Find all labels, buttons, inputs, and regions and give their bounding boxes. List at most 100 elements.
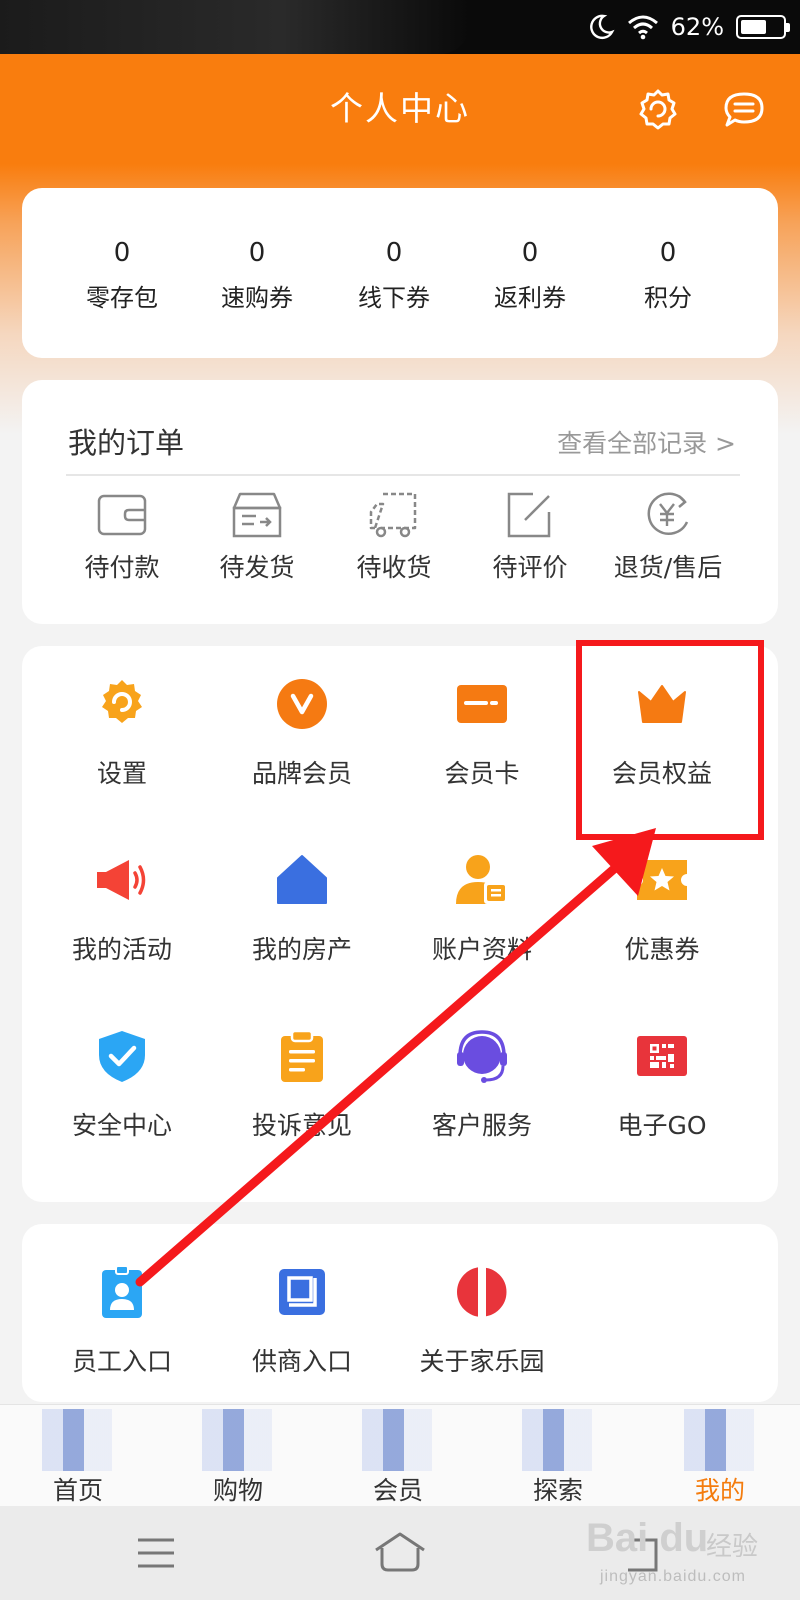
- bottom-tab-bar: 首页 购物 会员 探索 我的: [0, 1404, 800, 1506]
- service-label: 投诉意见: [251, 1111, 352, 1140]
- header: 个人中心: [0, 54, 800, 164]
- service-label: 客户服务: [431, 1111, 532, 1140]
- coupon-icon: [637, 860, 687, 900]
- service-my-activities[interactable]: 我的活动: [32, 852, 212, 966]
- profile-icon: [456, 855, 508, 904]
- asset-xianxiaquan[interactable]: 0 线下券: [324, 236, 464, 313]
- service-brand-member[interactable]: 品牌会员: [212, 676, 392, 790]
- about-entry[interactable]: 关于家乐园: [392, 1264, 572, 1378]
- service-my-property[interactable]: 我的房产: [212, 852, 392, 966]
- watermark-sub: 经验: [706, 1531, 759, 1561]
- asset-value: 0: [248, 238, 266, 268]
- status-bar: 62%: [0, 0, 800, 54]
- tab-label: 我的: [694, 1476, 745, 1505]
- service-coupons[interactable]: 优惠券: [572, 852, 752, 966]
- tab-mine[interactable]: 我的: [650, 1405, 790, 1507]
- service-label: 设置: [96, 759, 147, 788]
- service-customer-service[interactable]: 客户服务: [392, 1028, 572, 1142]
- service-e-go[interactable]: 电子GO: [572, 1028, 752, 1142]
- status-indicators: 62%: [587, 10, 790, 44]
- order-pending-review[interactable]: 待评价: [460, 488, 600, 584]
- order-pending-receipt[interactable]: 待收货: [324, 488, 464, 584]
- clipboard-icon: [281, 1029, 323, 1082]
- employee-badge-icon: [102, 1265, 142, 1318]
- battery-level: [741, 20, 766, 34]
- divider: [66, 474, 740, 476]
- order-label: 退货/售后: [613, 553, 723, 582]
- tab-label: 会员: [372, 1476, 423, 1505]
- asset-value: 0: [521, 238, 539, 268]
- asset-fanliquan[interactable]: 0 返利券: [460, 236, 600, 313]
- entry-label: 供商入口: [251, 1347, 352, 1376]
- watermark-logo: Bai du 经验 jingyan.baidu.com: [586, 1510, 786, 1594]
- asset-value: 0: [659, 238, 677, 268]
- order-label: 待收货: [356, 553, 432, 582]
- service-security-center[interactable]: 安全中心: [32, 1028, 212, 1142]
- mine-icon: [684, 1409, 754, 1471]
- employee-entry[interactable]: 员工入口: [32, 1264, 212, 1378]
- asset-jifen[interactable]: 0 积分: [598, 236, 738, 313]
- asset-label: 积分: [644, 284, 692, 312]
- service-label: 账户资料: [431, 935, 532, 964]
- wifi-icon: [627, 15, 658, 40]
- message-icon[interactable]: [720, 86, 768, 134]
- asset-value: 0: [385, 238, 403, 268]
- order-label: 待付款: [84, 553, 160, 582]
- view-all-orders-link[interactable]: 查看全部记录 >: [557, 424, 736, 460]
- edit-icon: [507, 492, 551, 538]
- tab-label: 购物: [212, 1476, 263, 1505]
- home-button-icon[interactable]: [370, 1528, 430, 1578]
- service-label: 电子GO: [617, 1111, 707, 1140]
- order-label: 待评价: [492, 553, 568, 582]
- entry-label: 员工入口: [71, 1347, 172, 1376]
- asset-label: 返利券: [494, 284, 566, 312]
- home-icon: [42, 1409, 112, 1471]
- headset-icon: [457, 1030, 507, 1083]
- about-logo-icon: [457, 1266, 508, 1318]
- wallet-icon: [97, 494, 147, 536]
- megaphone-icon: [97, 860, 146, 900]
- service-label: 优惠券: [624, 935, 700, 964]
- tab-shopping[interactable]: 购物: [168, 1405, 308, 1507]
- entry-label: 关于家乐园: [419, 1347, 545, 1376]
- asset-label: 线下券: [358, 284, 430, 312]
- highlight-box: [576, 640, 764, 840]
- brand-vip-icon: [277, 679, 327, 729]
- asset-sugouquan[interactable]: 0 速购券: [187, 236, 327, 313]
- asset-lingcunbao[interactable]: 0 零存包: [52, 236, 192, 313]
- battery-icon: [736, 15, 790, 39]
- refund-icon: [647, 492, 689, 535]
- other-entries-card: 员工入口 供商入口 关于家乐园: [22, 1224, 778, 1402]
- moon-icon: [589, 14, 615, 39]
- asset-label: 速购券: [221, 284, 293, 312]
- tab-member[interactable]: 会员: [328, 1405, 468, 1507]
- service-account-info[interactable]: 账户资料: [392, 852, 572, 966]
- settings-icon[interactable]: [634, 86, 682, 134]
- orders-title: 我的订单: [68, 426, 185, 460]
- service-label: 我的活动: [71, 935, 172, 964]
- tab-home[interactable]: 首页: [8, 1405, 148, 1507]
- shield-icon: [99, 1031, 145, 1082]
- watermark-brand: Bai du: [586, 1516, 709, 1560]
- order-pending-shipment[interactable]: 待发货: [187, 488, 327, 584]
- order-refund-aftersale[interactable]: 退货/售后: [598, 488, 738, 584]
- explore-icon: [522, 1409, 592, 1471]
- assets-card: 0 零存包 0 速购券 0 线下券 0 返利券 0 积分: [22, 188, 778, 358]
- member-card-icon: [457, 685, 507, 723]
- service-complaints[interactable]: 投诉意见: [212, 1028, 392, 1142]
- menu-icon[interactable]: [126, 1528, 186, 1578]
- watermark-url: jingyan.baidu.com: [600, 1568, 746, 1585]
- supplier-entry[interactable]: 供商入口: [212, 1264, 392, 1378]
- tab-explore[interactable]: 探索: [488, 1405, 628, 1507]
- tab-label: 首页: [52, 1476, 103, 1505]
- box-icon: [232, 492, 282, 538]
- order-pending-payment[interactable]: 待付款: [52, 488, 192, 584]
- blurred-status-area: [0, 0, 470, 54]
- service-settings[interactable]: 设置: [32, 676, 212, 790]
- orders-card: 我的订单 查看全部记录 > 待付款 待发货 待收货 待评价 退货/售后: [22, 380, 778, 624]
- service-member-card[interactable]: 会员卡: [392, 676, 572, 790]
- asset-label: 零存包: [86, 284, 158, 312]
- asset-value: 0: [113, 238, 131, 268]
- supplier-icon: [279, 1269, 325, 1315]
- battery-percent: 62%: [670, 13, 724, 41]
